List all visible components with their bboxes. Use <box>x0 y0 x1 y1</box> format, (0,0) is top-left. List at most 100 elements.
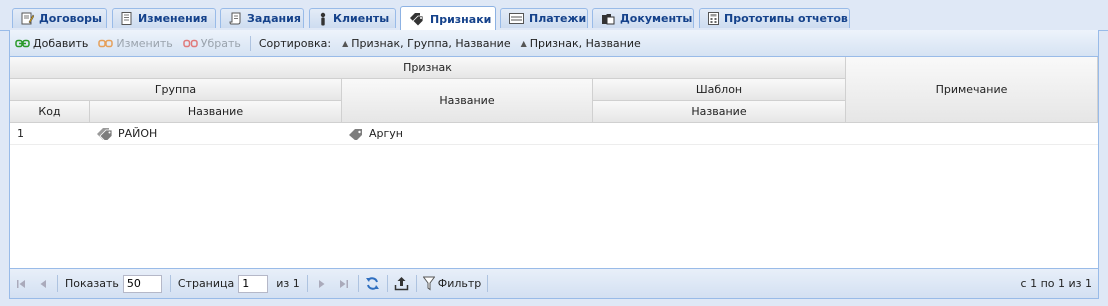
cell-gruppa-nazvanie: РАЙОН <box>96 123 336 144</box>
column-header-shablon-nazvanie[interactable]: Название <box>593 101 846 123</box>
sort-asc-icon: ▲ <box>342 38 349 48</box>
column-header-gruppa-nazvanie[interactable]: Название <box>90 101 342 123</box>
tab-izmeneniya[interactable]: Изменения <box>112 8 216 28</box>
column-group-shablon: Шаблон <box>593 79 846 101</box>
document-icon <box>121 12 132 25</box>
edit-button[interactable]: Изменить <box>93 37 177 50</box>
show-label: Показать <box>65 277 119 290</box>
first-page-icon <box>17 279 25 288</box>
header-label: Название <box>187 105 244 118</box>
pager-separator <box>487 275 489 292</box>
tab-priznaki[interactable]: Признаки <box>400 6 496 31</box>
refresh-icon <box>366 277 380 290</box>
add-button[interactable]: Добавить <box>10 37 93 50</box>
tags-icon <box>410 13 424 26</box>
paging-info: с 1 по 1 из 1 <box>1020 277 1092 290</box>
header-label: Код <box>38 105 61 118</box>
calculator-icon <box>708 12 719 25</box>
tab-label: Документы <box>620 12 693 25</box>
header-label: Группа <box>154 83 197 96</box>
sort-option-priznak-gruppa-nazvanie[interactable]: ▲ Признак, Группа, Название <box>337 37 516 50</box>
cell-nazvanie: Аргун <box>347 123 587 144</box>
refresh-button[interactable] <box>362 273 384 295</box>
pager-separator <box>306 275 308 292</box>
column-header-nazvanie[interactable]: Название <box>342 79 593 123</box>
cell-text: РАЙОН <box>118 127 158 140</box>
sort-asc-icon: ▲ <box>520 38 527 48</box>
tab-label: Клиенты <box>333 12 390 25</box>
data-grid: Признак Примечание Группа Название Шабло… <box>9 57 1099 268</box>
tab-prototipy-otchetov[interactable]: Прототипы отчетов <box>699 8 850 28</box>
tag-icon <box>349 129 362 140</box>
pager-separator <box>357 275 359 292</box>
link-edit-icon <box>98 39 114 47</box>
sort-option-priznak-nazvanie[interactable]: ▲ Признак, Название <box>516 37 646 50</box>
last-page-icon <box>339 279 348 288</box>
column-group-gruppa: Группа <box>10 79 342 101</box>
next-page-button[interactable] <box>311 273 333 295</box>
page-label: Страница <box>177 277 235 290</box>
sort-option-label: Признак, Группа, Название <box>351 36 511 50</box>
tab-label: Задания <box>247 12 301 25</box>
filter-icon <box>422 276 435 291</box>
pencil-document-icon <box>21 12 34 25</box>
last-page-button[interactable] <box>333 273 355 295</box>
card-icon <box>509 13 524 24</box>
scroll-icon <box>229 12 241 25</box>
tab-label: Признаки <box>430 12 492 26</box>
tab-dogovory[interactable]: Договоры <box>12 8 107 28</box>
column-header-kod[interactable]: Код <box>10 101 90 123</box>
tab-platezhi[interactable]: Платежи <box>500 8 588 28</box>
header-label: Шаблон <box>695 83 743 96</box>
prev-page-button[interactable] <box>32 273 54 295</box>
toolbar-separator <box>249 35 251 51</box>
remove-button[interactable]: Убрать <box>178 37 246 50</box>
sort-label: Сортировка: <box>258 36 332 50</box>
paging-toolbar: Показать Страница из 1 Фильтр с 1 по 1 и… <box>9 268 1099 299</box>
toolbar: Добавить Изменить Убрать Сортировка: ▲ П… <box>9 30 1099 57</box>
add-button-label: Добавить <box>33 36 89 50</box>
person-icon <box>320 12 326 25</box>
tab-dokumenty[interactable]: Документы <box>592 8 694 28</box>
page-size-input[interactable] <box>122 274 162 293</box>
column-header-primechanie[interactable]: Примечание <box>846 57 1098 123</box>
cell-text: Аргун <box>369 127 403 140</box>
cell-text: 1 <box>17 127 24 140</box>
header-label: Название <box>691 105 747 118</box>
tag-icon <box>97 128 113 140</box>
table-row[interactable]: 1 РАЙОН Аргун <box>10 123 1098 145</box>
tab-label: Договоры <box>39 12 102 25</box>
page-count-label: из 1 <box>276 277 300 290</box>
tab-bar: Договоры Изменения Задания Клиенты Призн… <box>0 0 1108 31</box>
folder-document-icon <box>602 14 615 25</box>
cell-shablon-nazvanie <box>599 123 839 144</box>
next-page-icon <box>318 279 325 288</box>
remove-button-label: Убрать <box>200 36 241 50</box>
pager-separator <box>386 275 388 292</box>
pager-separator <box>415 275 417 292</box>
filter-button[interactable]: Фильтр <box>420 276 485 291</box>
tab-zadaniya[interactable]: Задания <box>220 8 304 28</box>
prev-page-icon <box>40 279 46 288</box>
pager-separator <box>169 275 171 292</box>
pager-separator <box>57 275 58 292</box>
sort-option-label: Признак, Название <box>529 36 641 50</box>
header-label: Примечание <box>935 83 1008 96</box>
first-page-button[interactable] <box>10 273 32 295</box>
upload-icon <box>395 277 409 291</box>
cell-primechanie <box>852 123 1092 144</box>
header-label: Признак <box>403 61 452 74</box>
filter-label: Фильтр <box>437 277 482 290</box>
page-number-input[interactable] <box>238 274 269 293</box>
link-remove-icon <box>183 39 198 47</box>
link-add-icon <box>15 39 30 47</box>
export-button[interactable] <box>391 273 413 295</box>
edit-button-label: Изменить <box>116 36 173 50</box>
column-group-priznak: Признак <box>10 57 846 79</box>
header-label: Название <box>439 94 495 107</box>
tab-label: Прототипы отчетов <box>724 12 848 25</box>
tab-label: Изменения <box>138 12 208 25</box>
tab-klienty[interactable]: Клиенты <box>309 8 396 28</box>
tab-label: Платежи <box>529 12 587 25</box>
cell-kod: 1 <box>17 123 87 144</box>
